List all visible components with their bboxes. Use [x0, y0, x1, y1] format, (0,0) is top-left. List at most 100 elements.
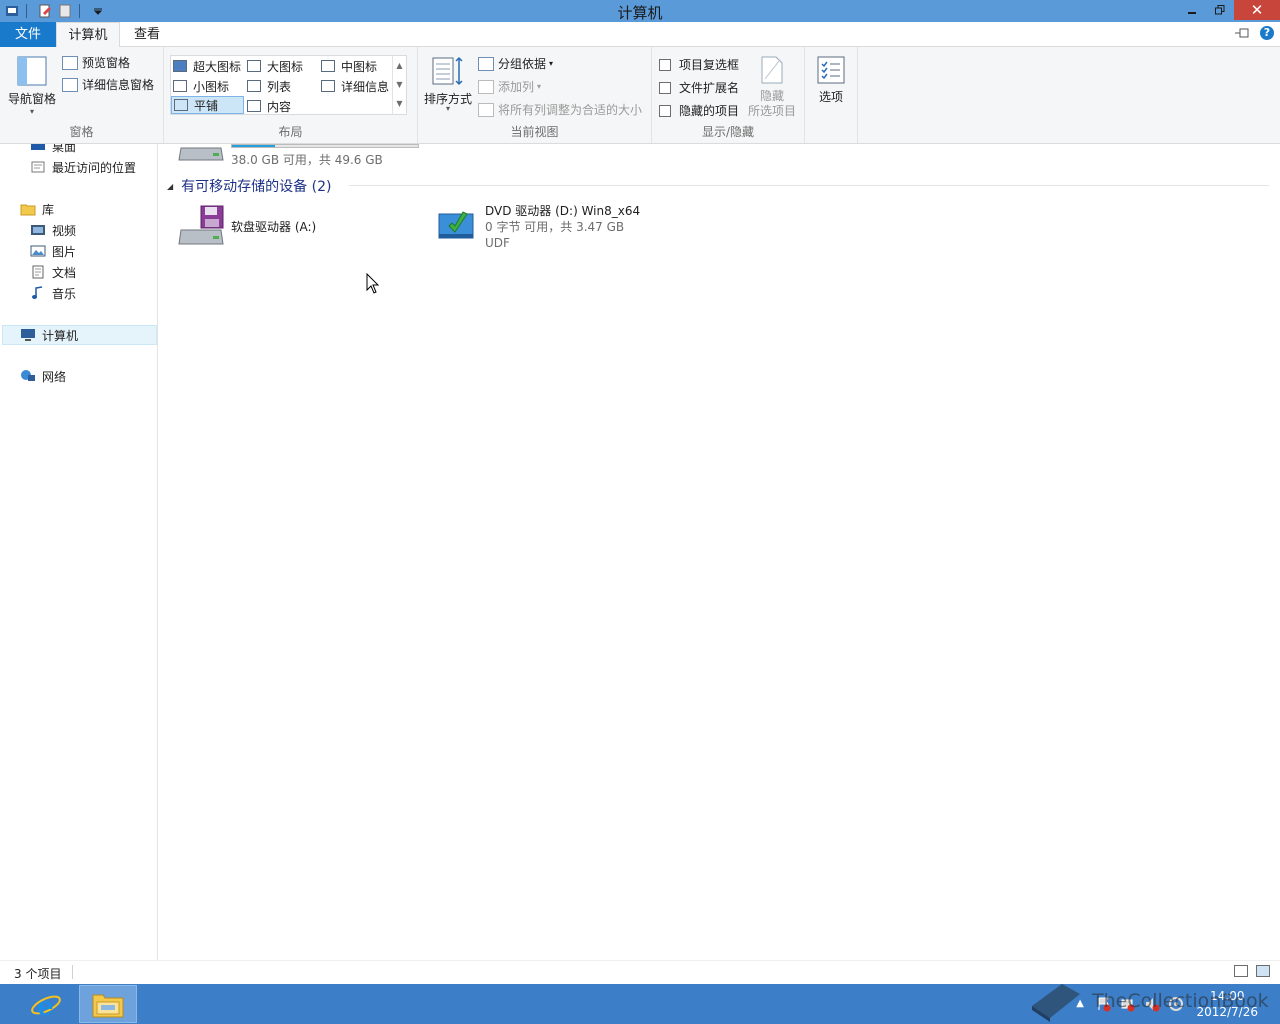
- hide-selected-icon: [761, 56, 783, 84]
- layout-medium-icons[interactable]: 中图标: [321, 57, 377, 75]
- drive-tile-dvd-free: 0 字节 可用，共 3.47 GB: [485, 220, 625, 234]
- nav-item-music-label: 音乐: [52, 286, 77, 301]
- layout-gallery-scroll[interactable]: ▲ ▼ ▼: [392, 56, 406, 114]
- tab-view[interactable]: 查看: [124, 22, 170, 47]
- preview-pane-button[interactable]: 预览窗格: [62, 54, 130, 71]
- details-view-icon[interactable]: [1234, 965, 1248, 977]
- drive-c-icon-wrap: [177, 144, 229, 164]
- hidden-items-label: 隐藏的项目: [679, 104, 740, 118]
- svg-text:e: e: [37, 992, 54, 1020]
- nav-item-desktop[interactable]: 桌面: [30, 144, 76, 156]
- layout-medium-label: 中图标: [341, 59, 378, 74]
- nav-item-desktop-label: 桌面: [52, 144, 77, 154]
- nav-item-network-label: 网络: [42, 369, 67, 384]
- taskbar-file-explorer[interactable]: [79, 985, 137, 1023]
- show-hide-group-label: 显示/隐藏: [701, 125, 755, 139]
- gallery-down-icon[interactable]: ▼: [393, 75, 406, 94]
- nav-item-network[interactable]: 网络: [20, 366, 66, 386]
- preview-pane-icon: [62, 55, 78, 70]
- large-icons-view-icon[interactable]: [1256, 965, 1270, 977]
- nav-item-pictures[interactable]: 图片: [30, 241, 76, 261]
- recent-places-icon: [31, 161, 45, 173]
- nav-item-recent[interactable]: 最近访问的位置: [30, 157, 136, 177]
- options-icon: [817, 56, 845, 84]
- item-checkboxes-checkbox[interactable]: [659, 58, 671, 71]
- layout-extra-large-icons[interactable]: 超大图标: [173, 57, 241, 75]
- layout-list[interactable]: 列表: [247, 77, 291, 95]
- file-explorer-icon: [92, 994, 124, 1018]
- computer-icon: [21, 329, 35, 341]
- nav-item-computer[interactable]: 计算机: [2, 325, 157, 345]
- options-label: 选项: [818, 90, 843, 104]
- layout-content[interactable]: 内容: [247, 97, 291, 115]
- layout-tiles-label: 平铺: [194, 98, 219, 113]
- gallery-up-icon[interactable]: ▲: [393, 56, 406, 75]
- add-columns-label: 添加列: [498, 80, 535, 94]
- taskbar-ie[interactable]: e: [22, 985, 70, 1023]
- library-folder-icon: [20, 204, 36, 216]
- tab-computer[interactable]: 计算机: [56, 22, 120, 48]
- internet-explorer-icon: e: [31, 992, 61, 1020]
- hide-selected-button[interactable]: 隐藏 所选项目: [744, 55, 800, 119]
- navigation-pane: 桌面 最近访问的位置 库 视频 图片 文档 音乐 计算机 网络: [0, 144, 158, 960]
- details-icon: [321, 80, 335, 92]
- hidden-items-toggle[interactable]: 隐藏的项目: [659, 102, 739, 119]
- pictures-icon: [30, 245, 46, 257]
- nav-item-pictures-label: 图片: [52, 244, 77, 259]
- file-extensions-toggle[interactable]: 文件扩展名: [659, 79, 739, 96]
- close-button[interactable]: ✕: [1234, 0, 1280, 20]
- collapse-triangle-icon[interactable]: ◢: [167, 182, 173, 191]
- minimize-icon: [1188, 12, 1196, 14]
- group-by-label: 分组依据: [498, 57, 547, 71]
- section-header-removable[interactable]: ◢ 有可移动存储的设备 (2): [167, 176, 331, 196]
- details-pane-button[interactable]: 详细信息窗格: [62, 76, 154, 93]
- nav-item-libraries[interactable]: 库: [20, 199, 54, 219]
- item-checkboxes-label: 项目复选框: [679, 58, 740, 72]
- file-extensions-checkbox[interactable]: [659, 81, 671, 94]
- hide-selected-label-1: 隐藏: [759, 89, 784, 103]
- layout-details[interactable]: 详细信息: [321, 77, 389, 95]
- drive-tile-dvd[interactable]: DVD 驱动器 (D:) Win8_x64 0 字节 可用，共 3.47 GB …: [437, 204, 640, 251]
- drive-tile-dvd-filesystem: UDF: [485, 236, 510, 250]
- status-separator: [72, 965, 73, 979]
- hidden-items-checkbox[interactable]: [659, 104, 671, 117]
- extra-large-icons-icon: [173, 60, 187, 72]
- tab-file[interactable]: 文件: [0, 22, 56, 47]
- layout-large-icons[interactable]: 大图标: [247, 57, 303, 75]
- sort-by-button[interactable]: 排序方式 ▾: [422, 55, 474, 113]
- minimize-button[interactable]: [1178, 0, 1206, 20]
- layout-extra-large-label: 超大图标: [193, 59, 242, 74]
- tiles-icon: [174, 99, 188, 111]
- show-hide-group: 项目复选框 文件扩展名 隐藏的项目 隐藏 所选项目 显示/隐藏: [652, 47, 805, 143]
- nav-item-music[interactable]: 音乐: [30, 283, 76, 303]
- size-columns-label: 将所有列调整为合适的大小: [498, 103, 643, 117]
- medium-icons-icon: [321, 60, 335, 72]
- ribbon: 导航窗格 ▾ 预览窗格 详细信息窗格 窗格 超大图标 大图标 中图标 小图标 列…: [0, 47, 1280, 144]
- drive-c-free-text: 38.0 GB 可用，共 49.6 GB: [231, 153, 383, 167]
- layout-small-icons[interactable]: 小图标: [173, 77, 229, 95]
- panes-group: 导航窗格 ▾ 预览窗格 详细信息窗格 窗格: [0, 47, 164, 143]
- add-columns-button[interactable]: 添加列 ▾: [478, 78, 541, 95]
- help-icon[interactable]: ?: [1260, 26, 1274, 40]
- list-icon: [247, 80, 261, 92]
- mouse-cursor-icon: [366, 273, 380, 294]
- hard-drive-icon: [178, 147, 224, 161]
- close-icon: ✕: [1250, 1, 1264, 19]
- nav-pane-button[interactable]: 导航窗格 ▾: [6, 55, 58, 116]
- group-by-dropdown-icon: ▾: [549, 59, 554, 68]
- gallery-more-icon[interactable]: ▼: [393, 94, 406, 113]
- options-button[interactable]: 选项: [811, 55, 851, 105]
- drive-tile-floppy[interactable]: 软盘驱动器 (A:): [177, 204, 316, 248]
- title-bar: 计算机 ✕: [0, 0, 1280, 22]
- nav-clipped-top: 桌面: [0, 144, 158, 156]
- item-checkboxes-toggle[interactable]: 项目复选框: [659, 56, 739, 73]
- restore-button[interactable]: [1206, 0, 1234, 20]
- status-view-buttons: [1234, 965, 1270, 977]
- pin-ribbon-icon[interactable]: [1234, 27, 1250, 39]
- layout-tiles[interactable]: 平铺: [171, 96, 244, 114]
- group-by-button[interactable]: 分组依据 ▾: [478, 55, 553, 72]
- nav-item-documents[interactable]: 文档: [30, 262, 76, 282]
- nav-item-videos[interactable]: 视频: [30, 220, 76, 240]
- section-divider: [349, 185, 1269, 186]
- size-columns-button[interactable]: 将所有列调整为合适的大小: [478, 101, 642, 118]
